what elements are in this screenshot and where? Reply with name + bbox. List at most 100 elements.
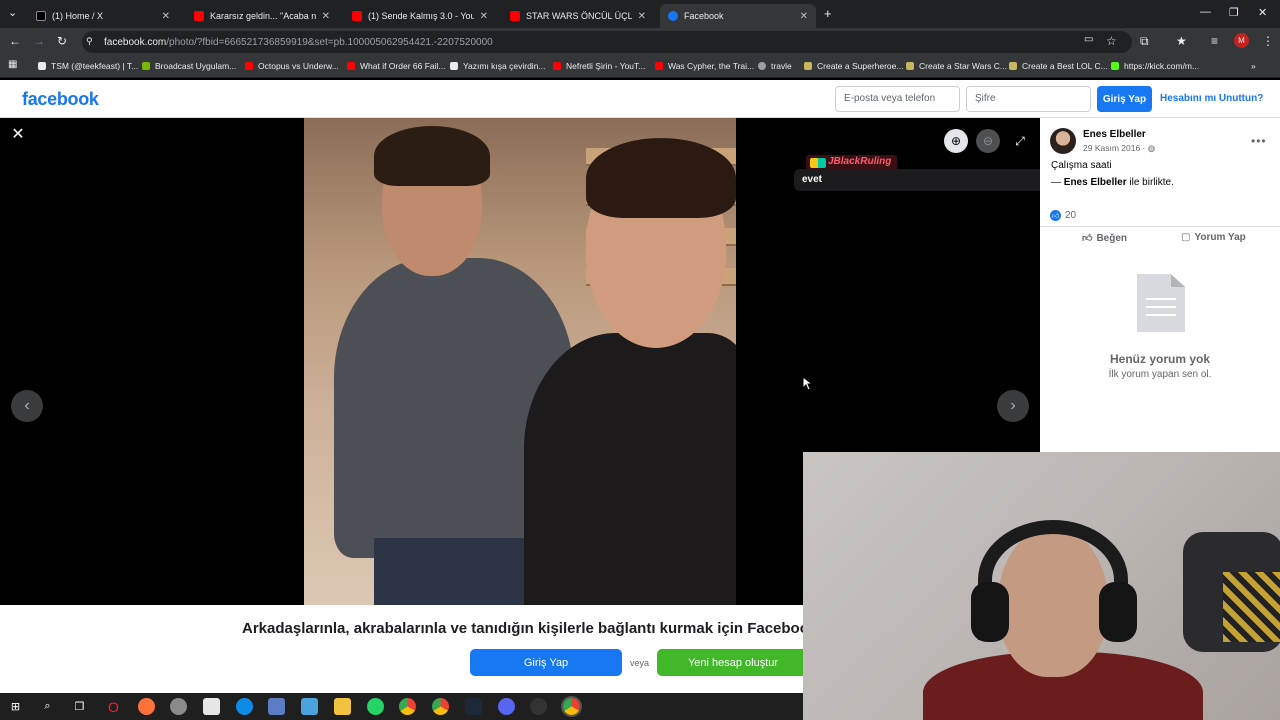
zoom-out-icon[interactable]: ⊖ [976,129,1000,153]
close-tab-icon[interactable]: ✕ [480,11,488,22]
extensions-icon[interactable]: ⧉ [1140,34,1149,49]
windows-start-icon[interactable]: ⊞ [7,698,24,715]
tagged-name[interactable]: Enes Elbeller [1064,177,1127,188]
chrome-icon-active[interactable] [561,696,582,717]
windows-taskbar: ⊞ ⌕ ❐ O [0,693,803,720]
url-path: /photo/?fbid=666521736859919&set=pb.1000… [166,36,493,48]
close-tab-icon[interactable]: ✕ [162,11,170,22]
more-bookmarks-icon[interactable]: » [1251,61,1256,71]
store-icon[interactable] [203,698,220,715]
bookmark-label: Create a Best LOL C... [1022,61,1108,71]
browser-tab[interactable]: STAR WARS ÖNCÜL ÜÇLEME H ✕ [502,4,654,28]
browser-tab[interactable]: (1) Sende Kalmış 3.0 - YouTube ✕ [344,4,496,28]
obs-icon[interactable] [530,698,547,715]
webcam-overlay [803,452,1280,720]
bookmark-item[interactable]: Create a Best LOL C... [1009,61,1108,71]
discord-icon[interactable] [498,698,515,715]
like-summary[interactable]: 👍︎ 20 [1050,210,1076,221]
file-explorer-icon[interactable] [334,698,351,715]
bookmark-item[interactable]: What if Order 66 Fail... [347,61,446,71]
zoom-in-icon[interactable]: ⊕ [944,129,968,153]
reload-icon[interactable]: ↻ [57,34,67,48]
post-author[interactable]: Enes Elbeller [1083,129,1146,140]
edge-icon[interactable] [236,698,253,715]
facebook-logo[interactable]: facebook [22,89,99,110]
profile-avatar[interactable]: M [1234,33,1249,48]
media-icon[interactable]: ≡ [1211,34,1218,48]
banner-login-button[interactable]: Giriş Yap [470,649,622,676]
site-info-icon[interactable]: ⚲ [86,36,93,47]
browser-tab[interactable]: Kararsız geldin... "Acaba ne yes ✕ [186,4,338,28]
email-field[interactable]: E-posta veya telefon [835,86,960,112]
fullscreen-icon[interactable]: ⤢ [1008,129,1032,153]
close-tab-icon[interactable]: ✕ [638,11,646,22]
bookmark-item[interactable]: https://kick.com/m... [1111,61,1199,71]
login-button[interactable]: Giriş Yap [1097,86,1152,112]
restore-icon[interactable]: ❐ [1229,6,1239,19]
forgot-account-link[interactable]: Hesabını mı Unuttun? [1160,93,1263,104]
like-count: 20 [1065,210,1077,221]
comment-button[interactable]: ▢ Yorum Yap [1181,232,1246,243]
whatsapp-icon[interactable] [367,698,384,715]
close-tab-icon[interactable]: ✕ [322,11,330,22]
facebook-icon [668,11,678,21]
search-icon[interactable]: ⌕ [39,698,56,715]
post-photo [304,118,736,605]
close-window-icon[interactable]: ✕ [1258,6,1267,19]
post-sidebar: Enes Elbeller 29 Kasım 2016 · ◍ ••• Çalı… [1040,118,1280,452]
tiktok-icon [38,62,46,70]
close-tab-icon[interactable]: ✕ [800,11,808,22]
tab-search-icon[interactable]: ⌄ [8,6,17,19]
previous-photo-button[interactable]: ‹ [11,390,43,422]
bookmark-item[interactable]: Create a Superheroe... [804,61,903,71]
menu-icon[interactable]: ⋮ [1262,34,1274,48]
cast-icon[interactable]: ▭ [1084,34,1093,45]
steam-icon[interactable] [465,698,482,715]
favorites-icon[interactable]: ★ [1176,34,1187,48]
bookmark-item[interactable]: Was Cypher, the Trai... [655,61,754,71]
post-actions: 👍︎ Beğen ▢ Yorum Yap [1040,226,1280,248]
post-date[interactable]: 29 Kasım 2016 · ◍ [1083,143,1155,154]
app-icon[interactable] [170,698,187,715]
password-field[interactable]: Şifre [966,86,1091,112]
globe-icon [758,62,766,70]
bookmark-item[interactable]: Create a Star Wars C... [906,61,1007,71]
like-button[interactable]: 👍︎ Beğen [1082,232,1127,245]
bookmark-item[interactable]: Nefretli Şirin - YouT... [553,61,645,71]
url-field[interactable]: facebook.com/photo/?fbid=666521736859919… [82,31,1132,53]
browser-tab-active[interactable]: Facebook ✕ [660,4,816,28]
bookmark-item[interactable]: Octopus vs Underw... [245,61,339,71]
bookmark-star-icon[interactable]: ☆ [1106,34,1117,48]
bookmark-label: Yazımı kışa çevirdin... [463,61,546,71]
task-view-icon[interactable]: ❐ [71,698,88,715]
youtube-icon [245,62,253,70]
bookmark-item[interactable]: TSM (@teekfeast) | T... [38,61,138,71]
page-icon [804,62,812,70]
back-icon[interactable]: ← [9,34,21,48]
headphones-detail [971,582,1009,642]
opera-icon[interactable]: O [105,698,122,715]
bookmark-item[interactable]: travle [758,61,792,71]
close-icon[interactable]: ✕ [6,122,30,146]
chrome-icon[interactable] [432,698,449,715]
new-tab-button[interactable]: + [824,6,832,21]
youtube-icon [194,11,204,21]
post-date-text: 29 Kasım 2016 · [1083,143,1146,153]
firefox-icon[interactable] [138,698,155,715]
minimize-icon[interactable]: — [1200,6,1211,18]
bookmark-label: Broadcast Uygulam... [155,61,237,71]
more-options-icon[interactable]: ••• [1251,134,1267,148]
apps-icon[interactable]: ▦ [8,59,17,70]
app-icon[interactable] [268,698,285,715]
youtube-icon [347,62,355,70]
app-icon[interactable] [301,698,318,715]
avatar[interactable] [1050,128,1076,154]
chrome-icon[interactable] [399,698,416,715]
youtube-icon [352,11,362,21]
create-account-button[interactable]: Yeni hesap oluştur [657,649,803,676]
forward-icon[interactable]: → [33,34,45,48]
browser-tab[interactable]: (1) Home / X ✕ [28,4,178,28]
bookmark-item[interactable]: Broadcast Uygulam... [142,61,236,71]
bookmark-item[interactable]: Yazımı kışa çevirdin... [450,61,546,71]
next-photo-button[interactable]: › [997,390,1029,422]
